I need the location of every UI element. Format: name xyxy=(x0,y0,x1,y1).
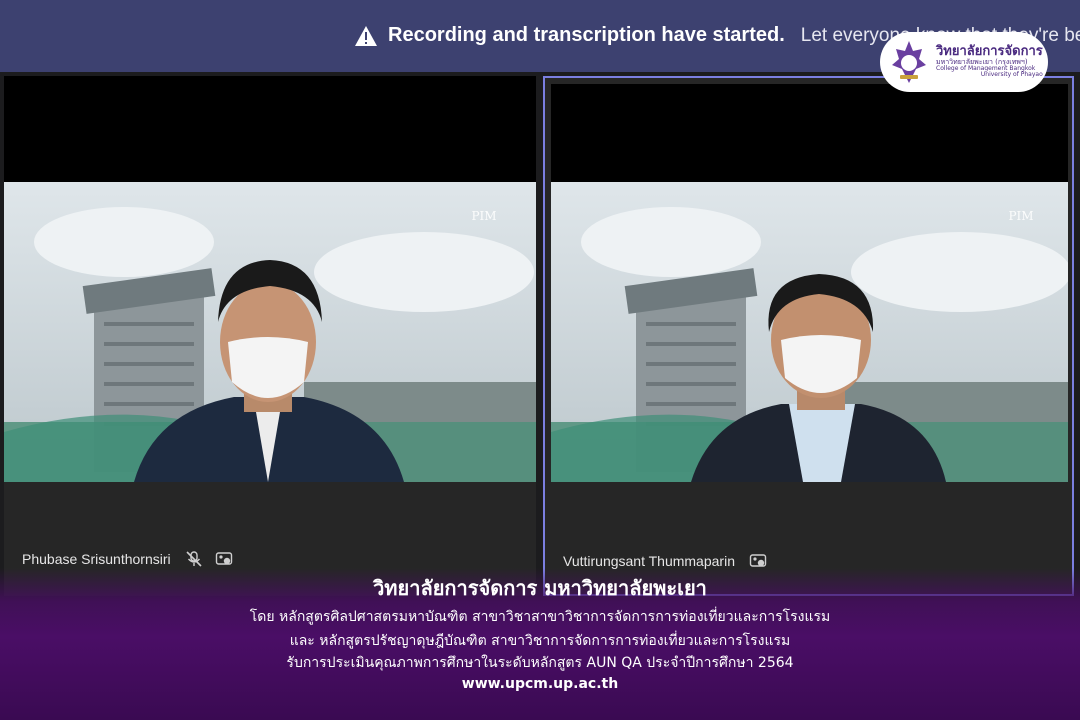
recording-banner-title: Recording and transcription have started… xyxy=(388,24,785,46)
video-letterbox xyxy=(551,84,1068,182)
caption-url: www.upcm.up.ac.th xyxy=(461,676,619,692)
mic-muted-icon xyxy=(186,551,202,567)
background-effects-icon xyxy=(215,552,232,565)
college-logo-badge: วิทยาลัยการจัดการ มหาวิทยาลัยพะเยา (กรุง… xyxy=(880,32,1048,92)
participant-name-bar: Phubase Srisunthornsiri xyxy=(22,550,245,568)
caption-line-1: โดย หลักสูตรศิลปศาสตรมหาบัณฑิต สาขาวิชาส… xyxy=(249,609,831,625)
caption-line-3: รับการประเมินคุณภาพการศึกษาในระดับหลักสู… xyxy=(286,655,794,671)
participant-video: PIM xyxy=(551,182,1068,482)
university-emblem-icon xyxy=(892,41,926,83)
participant-tile[interactable]: PIM Phubase Srisunthornsiri xyxy=(4,76,536,596)
pim-watermark: PIM xyxy=(471,209,496,223)
logo-title: วิทยาลัยการจัดการ xyxy=(936,44,1043,60)
caption-title: วิทยาลัยการจัดการ มหาวิทยาลัยพะเยา xyxy=(373,576,707,600)
participant-video: PIM xyxy=(4,182,536,482)
video-letterbox xyxy=(4,76,536,182)
caption-line-2: และ หลักสูตรปรัชญาดุษฎีบัณฑิต สาขาวิชากา… xyxy=(289,633,791,649)
participant-name: Vuttirungsant Thummaparin xyxy=(563,553,735,569)
pim-watermark: PIM xyxy=(1008,209,1033,223)
warning-icon xyxy=(355,25,377,46)
participant-name: Phubase Srisunthornsiri xyxy=(22,551,171,567)
participant-tile-active[interactable]: PIM Vuttirungsant Thummaparin xyxy=(543,76,1074,596)
logo-english-university: University of Phayao xyxy=(980,71,1043,79)
